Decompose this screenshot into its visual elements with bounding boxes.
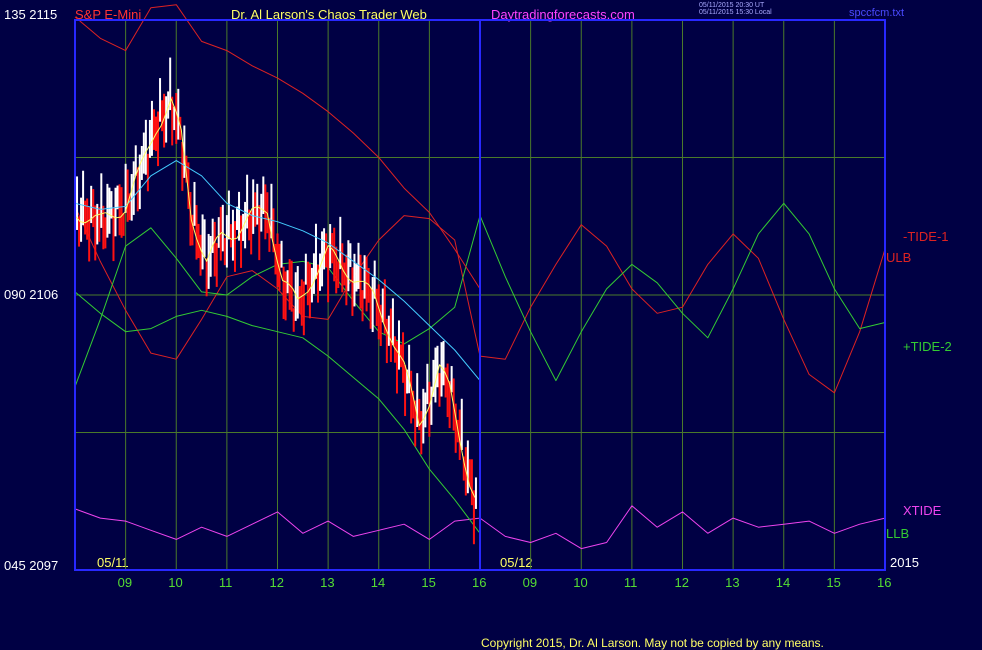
price-bars (74, 57, 477, 545)
chart-area (74, 4, 886, 571)
